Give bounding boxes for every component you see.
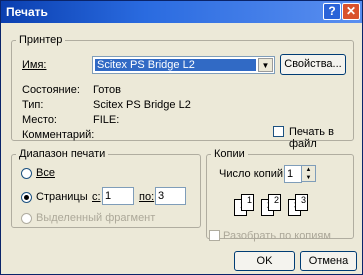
print-dialog: Печать ? ✕ Принтер Имя: Scitex PS Bridge… — [0, 0, 363, 275]
range-from-input[interactable]: 1 — [102, 187, 134, 205]
range-selection-label: Выделенный фрагмент — [36, 212, 156, 224]
range-to-input[interactable]: 3 — [155, 187, 186, 205]
ok-button[interactable]: OK — [234, 251, 295, 271]
range-from-label: с: — [92, 191, 101, 203]
status-label: Состояние: — [22, 84, 80, 96]
copies-count-input[interactable]: 1 — [284, 165, 302, 183]
comment-label: Комментарий: — [22, 129, 95, 141]
close-icon: ✕ — [345, 4, 357, 18]
range-to-label: по: — [139, 191, 155, 203]
range-pages-radio[interactable] — [21, 192, 32, 203]
range-selection-radio[interactable] — [21, 213, 32, 224]
collate-label: Разобрать по копиям — [223, 230, 331, 242]
print-to-file-checkbox[interactable] — [273, 126, 284, 137]
print-range-legend: Диапазон печати — [19, 148, 106, 160]
range-all-label[interactable]: Все — [36, 167, 55, 179]
page-icon: 3 — [295, 194, 308, 211]
type-label: Тип: — [22, 99, 44, 111]
status-value: Готов — [93, 84, 121, 96]
chevron-down-icon[interactable]: ▼ — [258, 58, 273, 72]
printer-name-value: Scitex PS Bridge L2 — [95, 59, 256, 71]
where-value: FILE: — [93, 114, 120, 126]
properties-button[interactable]: Свойства... — [280, 54, 346, 75]
printer-name-select[interactable]: Scitex PS Bridge L2 ▼ — [92, 56, 275, 74]
range-pages-label[interactable]: Страницы — [36, 191, 88, 203]
copies-count-label: Число копий: — [219, 168, 287, 180]
page-icon: 1 — [241, 194, 254, 211]
spin-down-icon[interactable]: ▼ — [302, 174, 315, 182]
type-value: Scitex PS Bridge L2 — [93, 99, 191, 111]
copies-spinner[interactable]: ▲ ▼ — [301, 165, 316, 182]
printer-legend: Принтер — [19, 34, 63, 46]
page-icon: 2 — [268, 194, 281, 211]
range-all-radio[interactable] — [21, 168, 32, 179]
printer-name-label: Имя: — [22, 59, 47, 71]
cancel-button[interactable]: Отмена — [300, 251, 357, 271]
copies-legend: Копии — [214, 148, 245, 160]
close-button[interactable]: ✕ — [342, 3, 360, 20]
spin-up-icon[interactable]: ▲ — [302, 166, 315, 174]
window-title: Печать — [6, 5, 48, 19]
print-to-file-label[interactable]: Печать в файл — [289, 126, 362, 150]
title-bar[interactable]: Печать — [1, 1, 362, 23]
collate-checkbox[interactable] — [209, 230, 220, 241]
where-label: Место: — [22, 114, 57, 126]
help-button[interactable]: ? — [323, 3, 341, 20]
help-icon: ? — [328, 4, 336, 18]
